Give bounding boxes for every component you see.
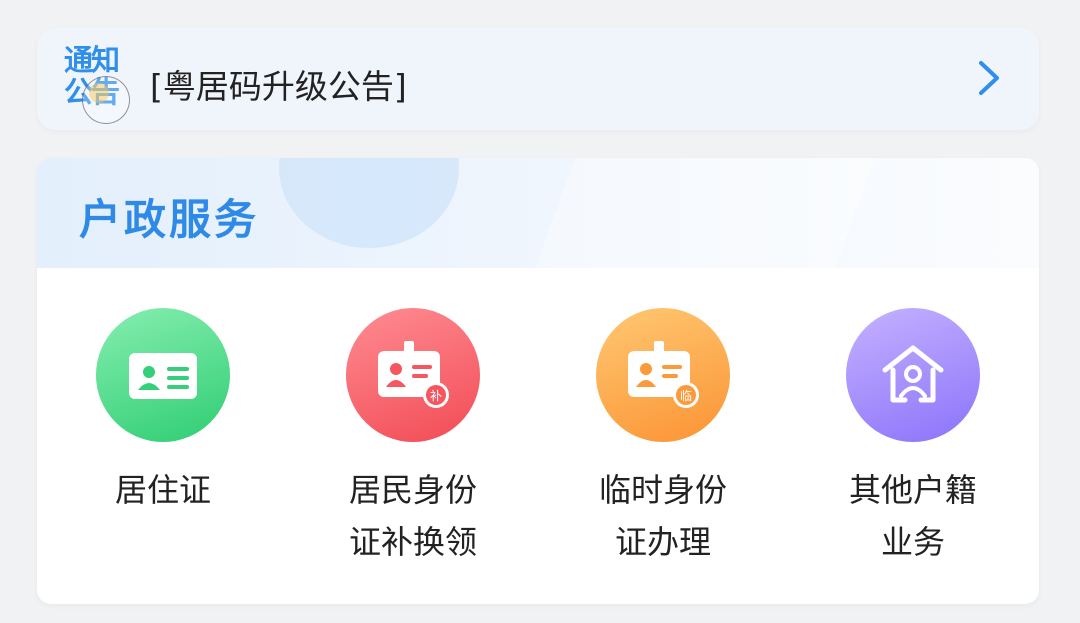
residence-card-icon[interactable] bbox=[96, 308, 230, 442]
service-label-line1: 居民身份 bbox=[348, 471, 477, 509]
service-label: 临时身份 证办理 bbox=[563, 464, 763, 568]
id-card-reissue-icon[interactable]: 补 bbox=[346, 308, 480, 442]
touch-indicator bbox=[82, 76, 130, 124]
section-title: 户政服务 bbox=[79, 195, 260, 244]
service-label-line2: 证补换领 bbox=[348, 523, 477, 561]
header-decoration bbox=[279, 158, 459, 248]
household-registration-icon[interactable] bbox=[846, 308, 980, 442]
card-header: 户政服务 bbox=[37, 158, 1039, 268]
service-label: 居住证 bbox=[63, 464, 263, 516]
service-label: 其他户籍 业务 bbox=[813, 464, 1013, 568]
service-label-line2: 业务 bbox=[880, 523, 945, 561]
service-id-card-reissue[interactable]: 补 居民身份 证补换领 bbox=[313, 308, 513, 568]
service-label-line1: 其他户籍 bbox=[848, 471, 977, 509]
temporary-id-icon[interactable]: 临 bbox=[596, 308, 730, 442]
chevron-right-icon[interactable] bbox=[975, 60, 1003, 96]
service-label: 居民身份 证补换领 bbox=[313, 464, 513, 568]
service-label-line2: 证办理 bbox=[614, 523, 711, 561]
household-services-card: 户政服务 居住证 补 居民身份 证补换领 临 临时身份 证办理 其他户籍 业务 bbox=[37, 158, 1039, 604]
notice-title[interactable]: [粤居码升级公告] bbox=[150, 60, 407, 108]
service-residence-permit[interactable]: 居住证 bbox=[63, 308, 263, 516]
badge-text: 临 bbox=[680, 389, 692, 403]
service-temporary-id[interactable]: 临 临时身份 证办理 bbox=[563, 308, 763, 568]
service-label-line1: 居住证 bbox=[114, 471, 211, 509]
service-other-household[interactable]: 其他户籍 业务 bbox=[813, 308, 1013, 568]
badge-text: 补 bbox=[430, 389, 442, 403]
notice-logo-line1: 通知 bbox=[64, 43, 120, 77]
header-decoration-stripe bbox=[524, 158, 890, 268]
service-label-line1: 临时身份 bbox=[598, 471, 727, 509]
